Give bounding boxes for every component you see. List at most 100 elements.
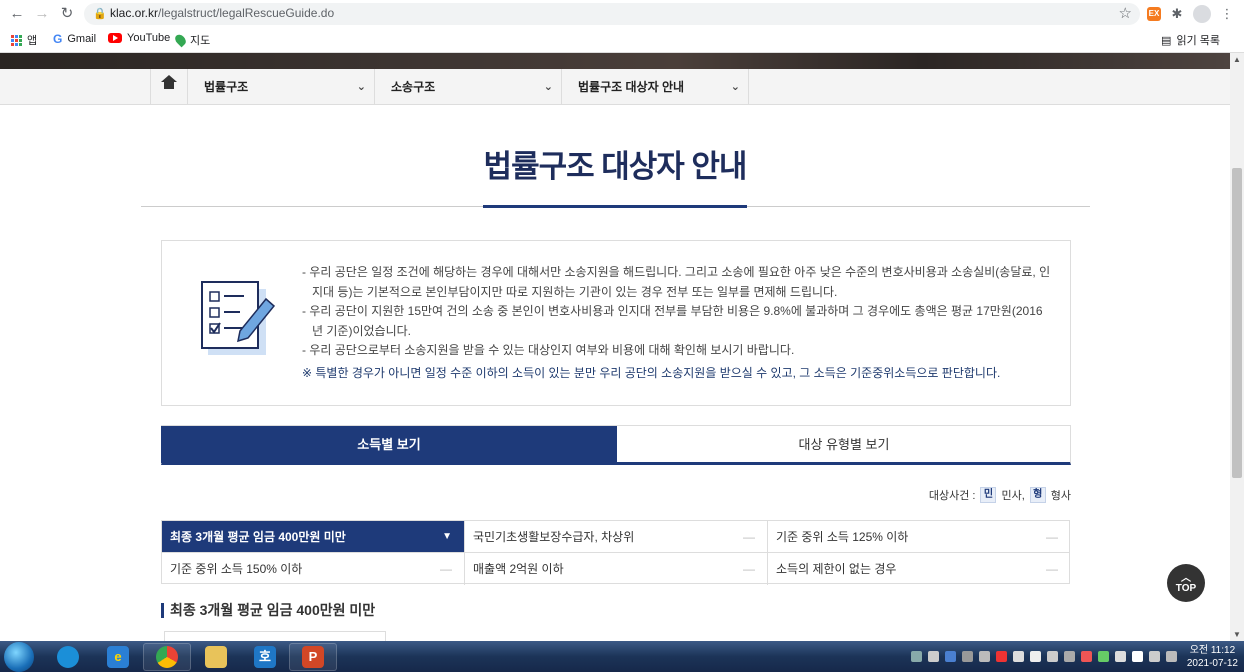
chat-icon[interactable]	[1029, 651, 1041, 662]
help-icon[interactable]	[944, 651, 956, 662]
back-icon[interactable]: ←	[7, 4, 27, 24]
home-icon	[161, 75, 177, 93]
extension-ex-icon[interactable]: EX	[1147, 7, 1161, 21]
windows-taskbar: e 호 P 오전 11:12 2021-07-12	[0, 641, 1244, 672]
google-icon: G	[53, 32, 63, 46]
tab-by-target-type[interactable]: 대상 유형별 보기	[617, 426, 1071, 463]
chrome-icon	[156, 646, 178, 668]
caret-down-icon: ▼	[442, 531, 452, 542]
network-icon[interactable]	[1114, 651, 1126, 662]
info-item: - 우리 공단이 지원한 15만여 건의 소송 중 본인이 변호사비용과 인지대…	[302, 304, 1043, 338]
bookmark-gmail[interactable]: G Gmail	[53, 32, 96, 46]
browser-chrome: ← → ↻ 🔒 klac.or.kr/legalstruct/legalResc…	[0, 0, 1244, 53]
nav-dropdown-legal-aid[interactable]: 법률구조 ⌄	[188, 69, 375, 105]
chevron-down-icon: ⌄	[543, 81, 553, 93]
taskbar-powerpoint[interactable]: P	[289, 643, 337, 671]
info-note: ※ 특별한 경우가 아니면 일정 수준 이하의 소득이 있는 분만 우리 공단의…	[302, 365, 1001, 380]
address-bar[interactable]: 🔒 klac.or.kr/legalstruct/legalRescueGuid…	[84, 3, 1140, 25]
dash-icon: —	[743, 530, 755, 544]
powerpoint-icon: P	[302, 646, 324, 668]
dash-icon: —	[440, 562, 452, 576]
profile-avatar-icon[interactable]	[1193, 5, 1211, 23]
volume-icon[interactable]	[1080, 651, 1092, 662]
taskbar-hangul[interactable]: 호	[241, 643, 289, 671]
youtube-icon	[108, 33, 122, 43]
legend-label: 대상사건 :	[928, 490, 976, 502]
dash-icon: —	[1046, 530, 1058, 544]
bookmark-youtube[interactable]: YouTube	[108, 32, 170, 44]
page-scrollbar[interactable]: ▲ ▼	[1230, 53, 1244, 641]
scroll-up-arrow-icon[interactable]: ▲	[1233, 55, 1241, 64]
flag-icon[interactable]	[1131, 651, 1143, 662]
taskbar-edge[interactable]	[44, 643, 92, 671]
info-text: - 우리 공단은 일정 조건에 해당하는 경우에 대해서만 소송지원을 해드립니…	[302, 263, 1052, 383]
clock[interactable]: 오전 11:12 2021-07-12	[1187, 644, 1238, 670]
category-basic-livelihood[interactable]: 국민기초생활보장수급자, 차상위 —	[465, 521, 768, 553]
tray-app-icon[interactable]	[978, 651, 990, 662]
hangul-app-icon: 호	[254, 646, 276, 668]
category-no-income-limit[interactable]: 소득의 제한이 없는 경우 —	[768, 553, 1070, 585]
folder-icon	[205, 646, 227, 668]
page-title: 법률구조 대상자 안내	[483, 149, 748, 184]
nav-dropdown-litigation-aid[interactable]: 소송구조 ⌄	[375, 69, 562, 105]
settings-icon[interactable]	[961, 651, 973, 662]
sub-navigation: 법률구조 ⌄ 소송구조 ⌄ 법률구조 대상자 안내 ⌄	[0, 69, 1230, 105]
system-tray: 오전 11:12 2021-07-12	[910, 641, 1238, 672]
category-revenue-under-200m[interactable]: 매출액 2억원 이하 —	[465, 553, 768, 585]
ime-icon[interactable]	[910, 651, 922, 662]
income-category-grid: 최종 3개월 평균 임금 400만원 미만 ▼ 국민기초생활보장수급자, 차상위 —…	[161, 520, 1070, 585]
section-table-top	[164, 631, 386, 641]
taskbar-explorer[interactable]	[192, 643, 240, 671]
scroll-top-button[interactable]: ︿ TOP	[1167, 564, 1205, 602]
category-wage-under-4m[interactable]: 최종 3개월 평균 임금 400만원 미만 ▼	[162, 521, 465, 553]
bookmark-maps[interactable]: 지도	[173, 32, 210, 48]
dash-icon: —	[1046, 562, 1058, 576]
criminal-label: 형사	[1050, 490, 1071, 502]
case-type-legend: 대상사건 : 민 민사, 형 형사	[929, 487, 1071, 503]
nav-dropdown-eligibility-guide[interactable]: 법률구조 대상자 안내 ⌄	[562, 69, 749, 105]
reload-icon[interactable]: ↻	[57, 4, 77, 24]
dash-icon: —	[743, 562, 755, 576]
reading-list-icon: ▤	[1161, 34, 1172, 47]
reading-list[interactable]: ▤ 읽기 목록	[1161, 32, 1220, 48]
bookmark-star-icon[interactable]: ☆	[1119, 4, 1132, 22]
security-icon[interactable]	[995, 651, 1007, 662]
scroll-down-arrow-icon[interactable]: ▼	[1233, 630, 1241, 639]
language-icon[interactable]	[927, 651, 939, 662]
tray-app-icon[interactable]	[1063, 651, 1075, 662]
info-box: - 우리 공단은 일정 조건에 해당하는 경우에 대해서만 소송지원을 해드립니…	[161, 240, 1071, 406]
scrollbar-thumb[interactable]	[1232, 168, 1242, 478]
edge-icon	[57, 646, 79, 668]
view-tabs: 소득별 보기 대상 유형별 보기	[161, 425, 1071, 465]
forward-icon[interactable]: →	[32, 4, 52, 24]
start-button[interactable]	[4, 642, 34, 672]
url-text: klac.or.kr/legalstruct/legalRescueGuide.…	[110, 6, 335, 20]
display-icon[interactable]	[1148, 651, 1160, 662]
category-median-125[interactable]: 기준 중위 소득 125% 이하 —	[768, 521, 1070, 553]
criminal-tag: 형	[1029, 487, 1046, 503]
speaker-icon[interactable]	[1165, 651, 1177, 662]
chevron-down-icon: ⌄	[356, 81, 366, 93]
map-pin-icon	[173, 32, 188, 48]
taskbar-chrome[interactable]	[143, 643, 191, 671]
address-row: ← → ↻ 🔒 klac.or.kr/legalstruct/legalResc…	[0, 0, 1244, 28]
taskbar-ie[interactable]: e	[94, 643, 142, 671]
civil-label: 민사,	[1001, 490, 1025, 502]
tray-app-icon[interactable]	[1046, 651, 1058, 662]
category-median-150[interactable]: 기준 중위 소득 150% 이하 —	[162, 553, 465, 585]
page-viewport: 법률구조 ⌄ 소송구조 ⌄ 법률구조 대상자 안내 ⌄ 법률구조 대상자 안내	[0, 53, 1230, 641]
shield-icon[interactable]	[1097, 651, 1109, 662]
bookmark-apps[interactable]: 앱	[11, 32, 37, 48]
tab-by-income[interactable]: 소득별 보기	[161, 426, 617, 463]
menu-kebab-icon[interactable]: ⋮	[1218, 5, 1236, 23]
internet-explorer-icon: e	[107, 646, 129, 668]
lock-icon: 🔒	[93, 8, 107, 20]
checklist-icon	[201, 281, 276, 355]
tray-app-icon[interactable]	[1012, 651, 1024, 662]
home-button[interactable]	[150, 69, 188, 105]
info-item: - 우리 공단은 일정 조건에 해당하는 경우에 대해서만 소송지원을 해드립니…	[302, 265, 1051, 299]
bookmarks-bar: 앱 G Gmail YouTube 지도 ▤ 읽기 목록	[0, 28, 1244, 50]
extensions-puzzle-icon[interactable]: ✱	[1168, 5, 1186, 23]
section-heading: 최종 3개월 평균 임금 400만원 미만	[161, 603, 375, 618]
civil-tag: 민	[980, 487, 997, 503]
